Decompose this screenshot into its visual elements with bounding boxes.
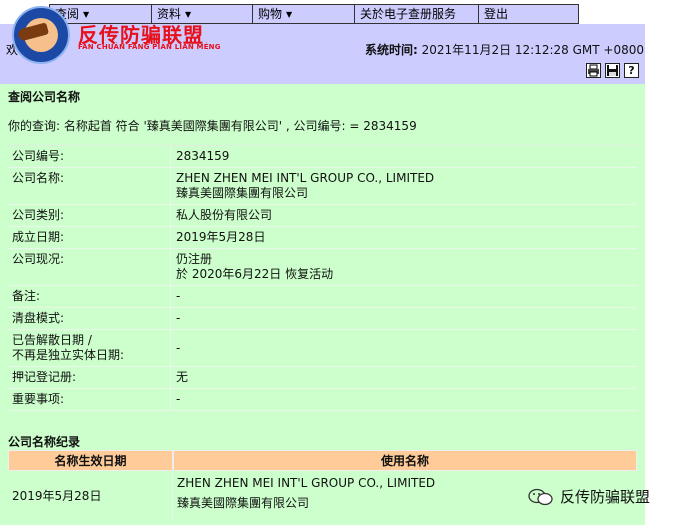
row-label-line1: 已告解散日期 / — [12, 333, 92, 347]
row-value: 无 — [176, 370, 189, 384]
history-title: 公司名称纪录 — [8, 435, 81, 449]
company-name-en: ZHEN ZHEN MEI INT'L GROUP CO., LIMITED — [176, 171, 435, 185]
status-value: 仍注册 — [176, 252, 213, 266]
row-label: 押记登记册: — [8, 367, 171, 388]
row-value: - — [176, 289, 181, 303]
table-row: 清盘模式: - — [8, 308, 637, 330]
row-label: 已告解散日期 / 不再是独立实体日期: — [8, 330, 171, 366]
watermark: 反传防骗联盟 — [528, 486, 650, 507]
company-info-table: 公司编号: 2834159 公司名称: ZHEN ZHEN MEI INT'L … — [8, 145, 637, 411]
menu-shopping-label: 购物 — [258, 7, 283, 21]
table-row: 公司名称: ZHEN ZHEN MEI INT'L GROUP CO., LIM… — [8, 168, 637, 205]
history-date: 2019年5月28日 — [8, 472, 173, 520]
menu-about[interactable]: 关於电子查册服务 — [355, 5, 479, 23]
table-row: 已告解散日期 / 不再是独立实体日期: - — [8, 330, 637, 367]
table-row: 成立日期: 2019年5月28日 — [8, 227, 637, 249]
row-label-line2: 不再是独立实体日期: — [12, 348, 125, 362]
query-summary: 你的查询: 名称起首 符合 '臻真美國際集團有限公司' , 公司编号: = 28… — [8, 119, 417, 133]
watermark-text: 反传防骗联盟 — [560, 488, 651, 506]
row-value: 2834159 — [176, 149, 230, 163]
row-label: 公司类别: — [8, 205, 171, 226]
row-value: - — [176, 392, 181, 406]
system-time-value: 2021年11月2日 12:12:28 GMT +0800 — [421, 43, 644, 57]
table-row: 公司类别: 私人股份有限公司 — [8, 205, 637, 227]
menu-about-label: 关於电子查册服务 — [360, 7, 457, 21]
row-value: ZHEN ZHEN MEI INT'L GROUP CO., LIMITED 臻… — [171, 168, 637, 204]
row-label: 公司名称: — [8, 168, 171, 204]
menu-logout-label: 登出 — [484, 7, 509, 21]
table-row: 重要事项: - — [8, 389, 637, 411]
toolbar: ? — [586, 63, 639, 78]
table-row: 公司编号: 2834159 — [8, 146, 637, 168]
row-value: 2019年5月28日 — [176, 230, 266, 244]
help-icon[interactable]: ? — [624, 63, 639, 78]
main-content: 查阅公司名称 你的查询: 名称起首 符合 '臻真美國際集團有限公司' , 公司编… — [0, 84, 645, 525]
row-value: 仍注册 於 2020年6月22日 恢复活动 — [171, 249, 637, 285]
system-time-label: 系统时间: — [365, 43, 418, 57]
logo-subtitle: FĂN CHUÁN FÁNG PIÀN LIÁN MÉNG — [78, 43, 221, 51]
row-label: 重要事项: — [8, 389, 171, 410]
system-time: 系统时间: 2021年11月2日 12:12:28 GMT +0800 — [365, 41, 644, 58]
row-label: 成立日期: — [8, 227, 171, 248]
row-label: 公司编号: — [8, 146, 171, 167]
table-row: 备注: - — [8, 286, 637, 308]
section-title: 查阅公司名称 — [8, 90, 81, 104]
wechat-icon — [528, 488, 554, 506]
history-col-date: 名称生效日期 — [8, 450, 173, 471]
logo-emblem — [12, 6, 70, 64]
history-col-name: 使用名称 — [173, 450, 637, 471]
row-value: - — [176, 311, 181, 325]
chevron-down-icon: ▼ — [83, 10, 90, 19]
floppy-icon[interactable] — [605, 63, 620, 78]
chevron-down-icon: ▼ — [286, 10, 293, 19]
status-detail: 於 2020年6月22日 恢复活动 — [176, 267, 334, 281]
table-row: 公司现况: 仍注册 於 2020年6月22日 恢复活动 — [8, 249, 637, 286]
printer-icon[interactable] — [586, 63, 601, 78]
row-label: 备注: — [8, 286, 171, 307]
row-label: 公司现况: — [8, 249, 171, 285]
row-label: 清盘模式: — [8, 308, 171, 329]
menu-shopping[interactable]: 购物 ▼ — [253, 5, 355, 23]
history-header: 名称生效日期 使用名称 — [8, 450, 637, 471]
menu-logout[interactable]: 登出 — [479, 5, 578, 23]
company-name-zh: 臻真美國際集團有限公司 — [176, 186, 309, 200]
row-value: - — [176, 341, 181, 355]
chevron-down-icon: ▼ — [185, 10, 192, 19]
table-row: 押记登记册: 无 — [8, 367, 637, 389]
row-value: 私人股份有限公司 — [176, 208, 273, 222]
